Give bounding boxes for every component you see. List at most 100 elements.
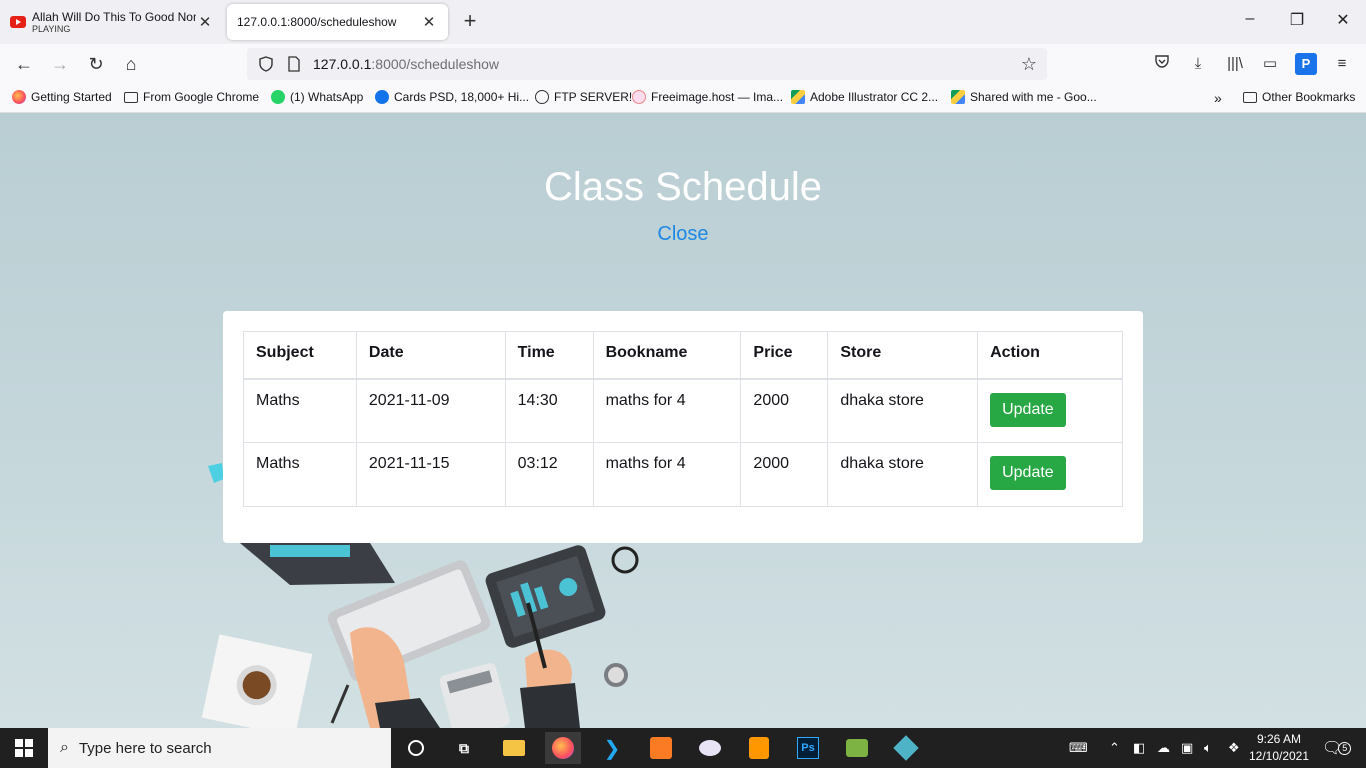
tab-youtube[interactable]: Allah Will Do This To Good Non PLAYING ✕ (0, 4, 224, 40)
shield-icon[interactable] (257, 55, 275, 73)
time-cell: 14:30 (504, 378, 594, 443)
notifications-icon[interactable]: 🗨︎ 5 (1322, 728, 1352, 768)
game-icon[interactable] (839, 732, 875, 764)
subject-cell: Maths (243, 442, 357, 507)
task-view-icon[interactable]: ⧉ (446, 732, 482, 764)
table-header-row: Subject Date Time Bookname Price Store A… (243, 331, 1123, 380)
bookmark-item[interactable]: Freeimage.host — Ima... (632, 90, 783, 104)
taskbar: ⌕ Type here to search ⧉ ❯ Ps ⌨ ⌃ ◧ ☁ ▣ 🔈… (0, 728, 1366, 768)
firefox-icon (12, 90, 26, 104)
price-cell: 2000 (740, 378, 829, 443)
folder-icon (1243, 91, 1257, 103)
restore-icon[interactable]: ❐ (1285, 10, 1309, 30)
tray-keyboard-icon[interactable]: ⌨ (1069, 728, 1088, 768)
library-icon[interactable]: |||\ (1224, 53, 1246, 75)
git-icon[interactable] (888, 732, 924, 764)
paint-icon[interactable] (692, 732, 728, 764)
cortana-icon[interactable] (398, 732, 434, 764)
date-cell: 2021-11-15 (355, 442, 506, 507)
column-header: Store (827, 331, 979, 380)
back-icon[interactable]: ← (12, 52, 36, 76)
more-bookmarks-icon[interactable]: » (1214, 90, 1222, 106)
xampp-icon[interactable] (643, 732, 679, 764)
column-header: Action (977, 331, 1123, 380)
firefox-taskbar-icon[interactable] (545, 732, 581, 764)
taskbar-search[interactable]: ⌕ Type here to search (48, 728, 391, 768)
column-header: Date (355, 331, 506, 380)
other-bookmarks-label: Other Bookmarks (1262, 90, 1356, 104)
bookmark-label: Adobe Illustrator CC 2... (810, 90, 939, 104)
sublime-icon[interactable] (741, 732, 777, 764)
clock-time: 9:26 AM (1256, 732, 1302, 746)
close-link[interactable]: Close (0, 223, 1366, 246)
home-icon[interactable]: ⌂ (119, 52, 143, 76)
globe-icon (535, 90, 549, 104)
bookmark-item[interactable]: Getting Started (12, 90, 112, 104)
tab-scheduleshow[interactable]: 127.0.0.1:8000/scheduleshow ✕ (227, 4, 448, 40)
menu-icon[interactable]: ≡ (1331, 53, 1353, 75)
column-header: Bookname (592, 331, 742, 380)
freeimage-icon (632, 90, 646, 104)
subject-cell: Maths (243, 378, 357, 443)
forward-icon[interactable]: → (48, 52, 72, 76)
sidebar-icon[interactable]: ▭ (1259, 53, 1281, 75)
bookmark-label: From Google Chrome (143, 90, 260, 104)
clock-date: 12/10/2021 (1248, 749, 1310, 763)
close-window-icon[interactable]: ✕ (1331, 10, 1355, 30)
tray-dropbox-icon[interactable]: ❖ (1228, 728, 1240, 768)
column-header: Price (740, 331, 829, 380)
other-bookmarks[interactable]: Other Bookmarks (1243, 90, 1355, 104)
bookmark-item[interactable]: FTP SERVER! (535, 90, 632, 104)
tab-playing-label: PLAYING (32, 23, 71, 34)
windows-start-icon[interactable] (0, 728, 48, 768)
downloads-icon[interactable]: ⤓ (1187, 53, 1209, 75)
bookmark-item[interactable]: Shared with me - Goo... (951, 90, 1097, 104)
table-row: Maths 2021-11-15 03:12 maths for 4 2000 … (243, 442, 1123, 507)
update-button[interactable]: Update (990, 392, 1066, 427)
pocket-icon[interactable] (1151, 53, 1173, 75)
tray-volume-icon[interactable]: 🔈︎ (1204, 728, 1212, 768)
action-cell: Update (977, 378, 1123, 443)
store-cell: dhaka store (827, 378, 979, 443)
tray-network-icon[interactable]: ▣ (1181, 728, 1193, 768)
action-cell: Update (977, 442, 1123, 507)
minimize-icon[interactable]: – (1238, 10, 1262, 28)
tray-chevron-up-icon[interactable]: ⌃ (1109, 728, 1120, 768)
file-explorer-icon[interactable] (496, 732, 532, 764)
taskbar-clock[interactable]: 9:26 AM 12/10/2021 (1246, 731, 1312, 765)
new-tab-icon[interactable]: + (458, 8, 482, 34)
column-header: Subject (243, 331, 357, 380)
page-content: Class Schedule Close Subject Date Time B… (0, 113, 1366, 728)
whatsapp-icon (271, 90, 285, 104)
tray-onedrive-icon[interactable]: ☁ (1157, 728, 1170, 768)
url-host: 127.0.0.1 (313, 56, 372, 72)
bookmark-label: Cards PSD, 18,000+ Hi... (394, 90, 530, 104)
schedule-card: Subject Date Time Bookname Price Store A… (223, 311, 1143, 543)
search-icon: ⌕ (60, 739, 69, 756)
vscode-icon[interactable]: ❯ (594, 732, 630, 764)
address-bar[interactable]: 127.0.0.1:8000/scheduleshow ☆ (247, 48, 1047, 80)
bookmark-label: Freeimage.host — Ima... (651, 90, 784, 104)
bookmark-item[interactable]: Adobe Illustrator CC 2... (791, 90, 938, 104)
bookmark-label: Shared with me - Goo... (970, 90, 1097, 104)
close-tab-icon[interactable]: ✕ (420, 13, 438, 31)
youtube-icon (10, 16, 26, 28)
photoshop-icon[interactable]: Ps (790, 732, 826, 764)
close-tab-icon[interactable]: ✕ (196, 13, 214, 31)
search-placeholder: Type here to search (78, 739, 212, 757)
time-cell: 03:12 (504, 442, 594, 507)
bookmark-item[interactable]: Cards PSD, 18,000+ Hi... (375, 90, 529, 104)
bookmark-item[interactable]: (1) WhatsApp (271, 90, 363, 104)
notification-count: 5 (1338, 741, 1352, 755)
update-button[interactable]: Update (990, 456, 1066, 490)
tray-camera-icon[interactable]: ◧ (1133, 728, 1145, 768)
bookmark-star-icon[interactable]: ☆ (1021, 54, 1037, 75)
page-title: Class Schedule (544, 165, 822, 209)
url-path: :8000/scheduleshow (371, 56, 500, 72)
reload-icon[interactable]: ↻ (84, 52, 108, 76)
extension-icon[interactable]: P (1295, 53, 1317, 75)
bookname-cell: maths for 4 (592, 378, 742, 443)
bookmark-item[interactable]: From Google Chrome (124, 90, 259, 104)
tab-strip: Allah Will Do This To Good Non PLAYING ✕… (0, 0, 1366, 44)
google-drive-icon (791, 90, 805, 104)
